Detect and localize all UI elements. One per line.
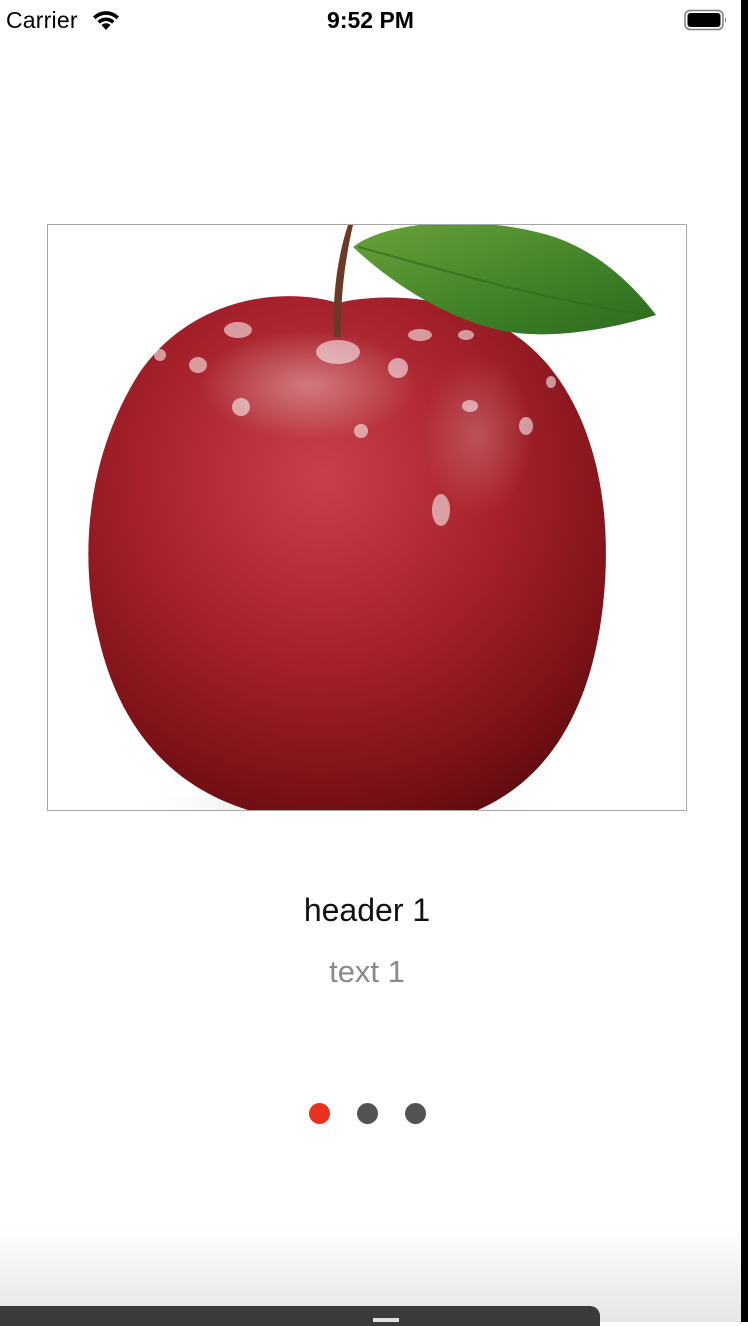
clock: 9:52 PM: [327, 7, 414, 33]
bottom-panel: [0, 1306, 600, 1326]
status-bar: Carrier 9:52 PM: [0, 0, 741, 42]
slide-image: [47, 224, 687, 811]
screen-edge: [741, 0, 748, 1322]
page-dot-3[interactable]: [404, 1103, 426, 1124]
home-indicator[interactable]: [373, 1318, 399, 1322]
slide-text: text 1: [329, 954, 405, 989]
page-dot-2[interactable]: [356, 1103, 378, 1124]
page-dot-1[interactable]: [308, 1103, 330, 1124]
page-indicator[interactable]: [0, 1103, 734, 1124]
slide-header: header 1: [303, 892, 431, 928]
battery-icon: [684, 9, 727, 31]
apple-photo: [88, 225, 656, 810]
